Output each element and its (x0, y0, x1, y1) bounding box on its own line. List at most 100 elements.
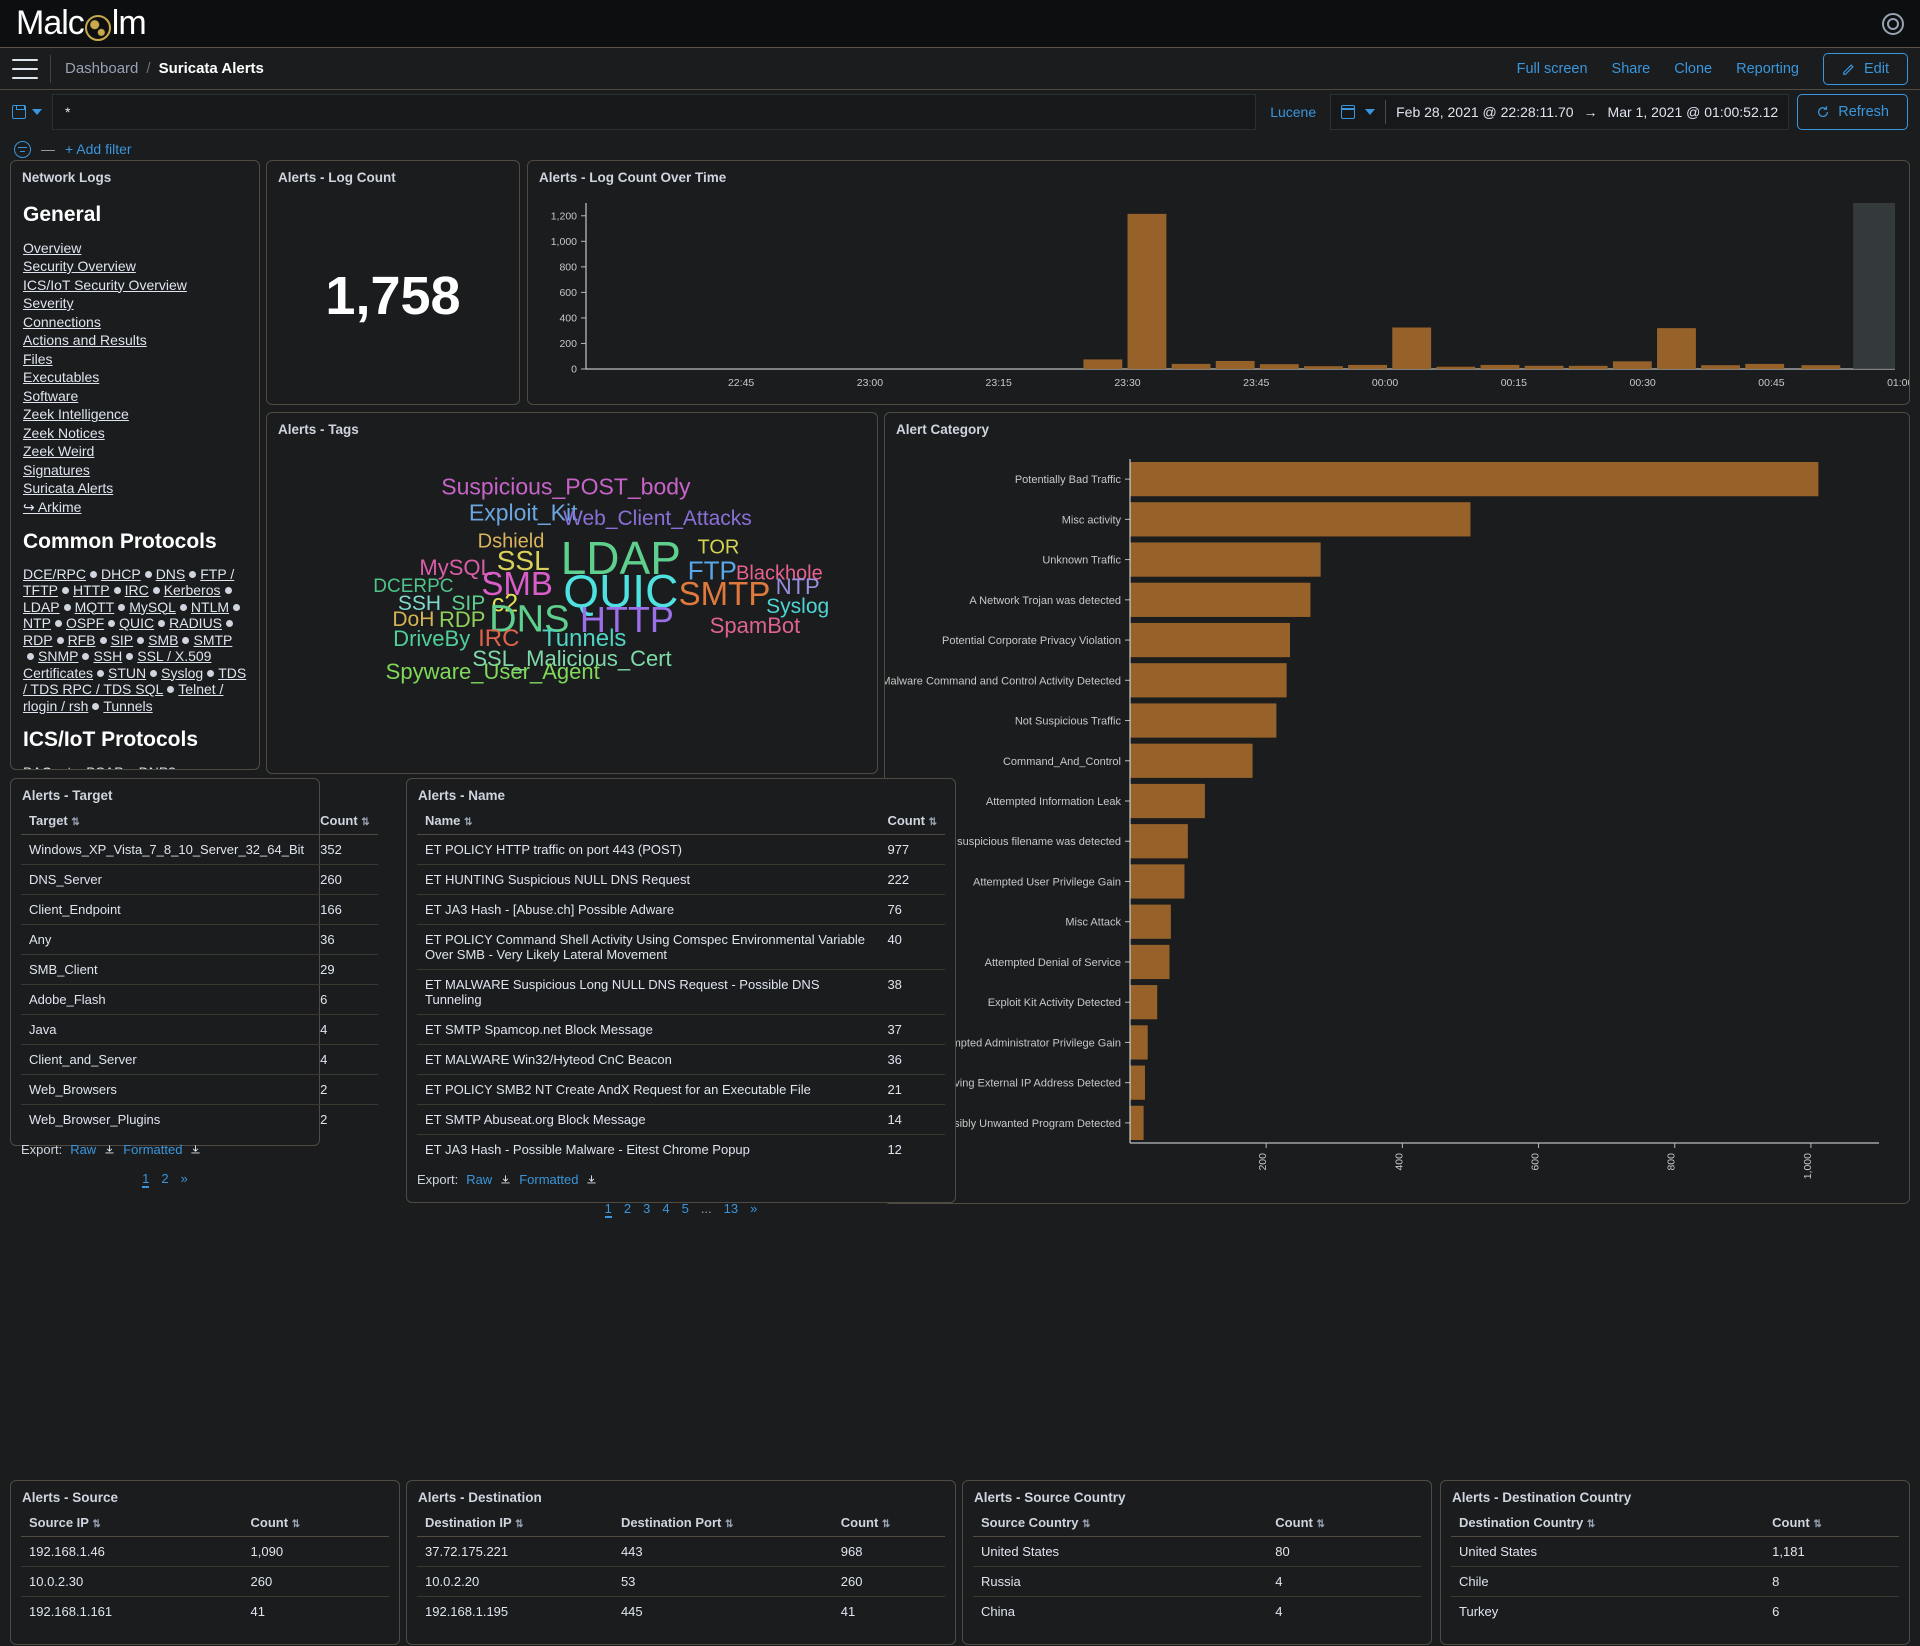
destination-country-header-1[interactable]: Count ⇅ (1764, 1509, 1899, 1537)
table-row[interactable]: Adobe_Flash6 (21, 985, 378, 1015)
common-protocol-17[interactable]: SIP (111, 632, 134, 648)
table-row[interactable]: Chile8 (1451, 1567, 1899, 1597)
table-row[interactable]: ET JA3 Hash - Possible Malware - Eitest … (417, 1135, 945, 1165)
histogram-bar[interactable] (1260, 364, 1299, 369)
tag-Suspicious_POST_body[interactable]: Suspicious_POST_body (441, 473, 690, 500)
common-protocol-16[interactable]: RFB (68, 632, 96, 648)
category-bar[interactable] (1130, 1066, 1145, 1100)
table-row[interactable]: ET SMTP Abuseat.org Block Message14 (417, 1105, 945, 1135)
common-protocol-10[interactable]: NTLM (191, 599, 229, 615)
histogram-bar[interactable] (1801, 365, 1840, 369)
breadcrumb-dashboard[interactable]: Dashboard (65, 60, 138, 77)
category-bar[interactable] (1130, 905, 1171, 939)
table-row[interactable]: 192.168.1.461,090 (21, 1537, 389, 1567)
alerts-source-country-table[interactable]: Source Country ⇅Count ⇅United States80Ru… (973, 1509, 1421, 1626)
page-link-»[interactable]: » (750, 1201, 757, 1218)
common-protocol-5[interactable]: IRC (125, 582, 149, 598)
page-link-1[interactable]: 1 (605, 1201, 612, 1218)
time-from[interactable]: Feb 28, 2021 @ 22:28:11.70 (1396, 104, 1573, 120)
histogram-bar[interactable] (1348, 365, 1387, 369)
table-row[interactable]: ET MALWARE Win32/Hyteod CnC Beacon36 (417, 1045, 945, 1075)
share-link[interactable]: Share (1612, 61, 1651, 77)
add-filter-button[interactable]: + Add filter (65, 141, 132, 157)
table-row[interactable]: ET SMTP Spamcop.net Block Message37 (417, 1015, 945, 1045)
ics-protocol-1[interactable]: BSAP (86, 764, 123, 770)
sidebar-link-6[interactable]: Files (23, 350, 247, 368)
time-picker[interactable]: Feb 28, 2021 @ 22:28:11.70 → Mar 1, 2021… (1330, 94, 1789, 130)
histogram-bar[interactable] (1701, 365, 1740, 369)
source-header-1[interactable]: Count ⇅ (243, 1509, 389, 1537)
table-row[interactable]: Client_Endpoint166 (21, 895, 378, 925)
alerts-name-table[interactable]: Name ⇅Count ⇅ET POLICY HTTP traffic on p… (417, 807, 945, 1164)
page-link-2[interactable]: 2 (624, 1201, 631, 1218)
reporting-link[interactable]: Reporting (1736, 61, 1799, 77)
category-bar[interactable] (1130, 744, 1253, 778)
common-protocol-9[interactable]: MySQL (129, 599, 176, 615)
histogram-bar[interactable] (1128, 214, 1167, 369)
name-export-formatted[interactable]: Formatted (519, 1172, 578, 1187)
name-export-raw[interactable]: Raw (466, 1172, 492, 1187)
category-bar[interactable] (1130, 784, 1205, 818)
tag-Web_Client_Attacks[interactable]: Web_Client_Attacks (563, 507, 752, 531)
common-protocol-11[interactable]: NTP (23, 615, 51, 631)
target-header-0[interactable]: Target ⇅ (21, 807, 312, 835)
table-row[interactable]: United States1,181 (1451, 1537, 1899, 1567)
common-protocol-21[interactable]: SSH (93, 648, 122, 664)
histogram-bar[interactable] (1745, 364, 1784, 369)
help-icon[interactable] (1882, 13, 1904, 35)
sidebar-link-13[interactable]: Suricata Alerts (23, 480, 247, 498)
table-row[interactable]: Web_Browsers2 (21, 1075, 378, 1105)
source-header-0[interactable]: Source IP ⇅ (21, 1509, 243, 1537)
target-export-formatted[interactable]: Formatted (123, 1142, 182, 1157)
tag-SpamBot[interactable]: SpamBot (710, 613, 801, 639)
sidebar-link-12[interactable]: Signatures (23, 461, 247, 479)
tag-Exploit_Kit[interactable]: Exploit_Kit (469, 499, 578, 526)
category-bar[interactable] (1130, 542, 1321, 576)
category-bar[interactable] (1130, 985, 1157, 1019)
table-row[interactable]: ET POLICY SMB2 NT Create AndX Request fo… (417, 1075, 945, 1105)
table-row[interactable]: United States80 (973, 1537, 1421, 1567)
common-protocol-15[interactable]: RDP (23, 632, 53, 648)
alerts-source-table[interactable]: Source IP ⇅Count ⇅192.168.1.461,09010.0.… (21, 1509, 389, 1626)
edit-button[interactable]: Edit (1823, 53, 1908, 85)
sidebar-link-14[interactable]: ↪ Arkime (23, 498, 247, 516)
common-protocol-20[interactable]: SNMP (38, 648, 78, 664)
alerts-destination-country-table[interactable]: Destination Country ⇅Count ⇅United State… (1451, 1509, 1899, 1626)
histogram-bar[interactable] (1569, 366, 1608, 369)
histogram-bar[interactable] (1083, 359, 1122, 369)
sidebar-link-8[interactable]: Software (23, 387, 247, 405)
alerts-target-table[interactable]: Target ⇅Count ⇅Windows_XP_Vista_7_8_10_S… (21, 807, 378, 1134)
table-row[interactable]: China4 (973, 1597, 1421, 1627)
sidebar-link-11[interactable]: Zeek Weird (23, 443, 247, 461)
tag-cloud[interactable]: Suspicious_POST_bodyExploit_KitWeb_Clien… (267, 441, 877, 766)
category-bar[interactable] (1130, 583, 1310, 617)
common-protocol-7[interactable]: LDAP (23, 599, 60, 615)
common-protocol-12[interactable]: OSPF (66, 615, 104, 631)
category-bar[interactable] (1130, 623, 1290, 657)
histogram-bar[interactable] (1436, 367, 1475, 369)
search-input[interactable]: * (52, 94, 1256, 130)
table-row[interactable]: Any36 (21, 925, 378, 955)
table-row[interactable]: 10.0.2.2053260 (417, 1567, 945, 1597)
common-protocol-4[interactable]: HTTP (73, 582, 110, 598)
table-row[interactable]: 192.168.1.16141 (21, 1597, 389, 1627)
target-header-1[interactable]: Count ⇅ (312, 807, 378, 835)
source-country-header-1[interactable]: Count ⇅ (1267, 1509, 1421, 1537)
table-row[interactable]: 37.72.175.221443968 (417, 1537, 945, 1567)
common-protocol-6[interactable]: Kerberos (164, 582, 221, 598)
table-row[interactable]: Java4 (21, 1015, 378, 1045)
tag-SMTP[interactable]: SMTP (679, 575, 771, 613)
sidebar-link-4[interactable]: Connections (23, 313, 247, 331)
tag-DriveBy[interactable]: DriveBy (393, 626, 470, 652)
destination-country-header-0[interactable]: Destination Country ⇅ (1451, 1509, 1764, 1537)
filter-icon[interactable] (14, 141, 31, 158)
table-row[interactable]: Windows_XP_Vista_7_8_10_Server_32_64_Bit… (21, 835, 378, 865)
table-row[interactable]: DNS_Server260 (21, 865, 378, 895)
table-row[interactable]: Client_and_Server4 (21, 1045, 378, 1075)
table-row[interactable]: ET HUNTING Suspicious NULL DNS Request22… (417, 865, 945, 895)
query-language-button[interactable]: Lucene (1256, 104, 1330, 120)
destination-header-1[interactable]: Destination Port ⇅ (613, 1509, 833, 1537)
page-link-13[interactable]: 13 (724, 1201, 738, 1218)
category-bar[interactable] (1130, 864, 1184, 898)
table-row[interactable]: SMB_Client29 (21, 955, 378, 985)
